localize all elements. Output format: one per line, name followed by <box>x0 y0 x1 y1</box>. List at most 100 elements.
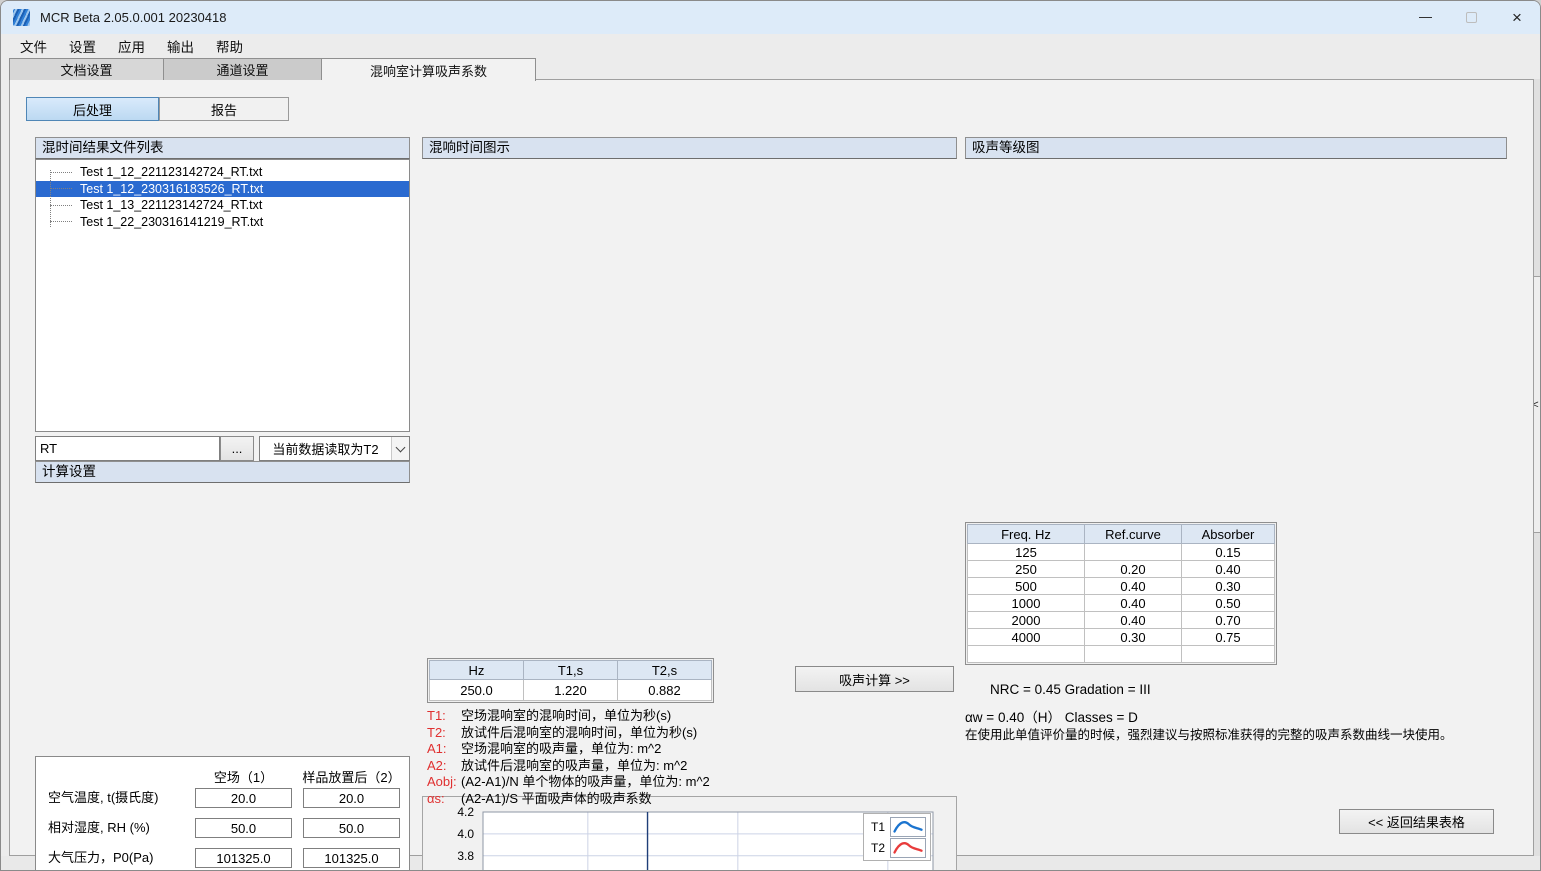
subtab-postprocess[interactable]: 后处理 <box>26 97 159 121</box>
menu-item-application[interactable]: 应用 <box>107 34 156 58</box>
rt-chart-header: 混响时间图示 <box>422 137 957 159</box>
legend-row-t2: T2 <box>868 837 926 858</box>
humidity-label: 相对湿度, RH (%) <box>48 818 150 838</box>
abs-table-row-empty <box>968 646 1275 663</box>
minimize-icon <box>1419 17 1432 18</box>
pressure-field-1[interactable] <box>195 848 292 868</box>
tree-dash-icon <box>50 221 72 222</box>
nrc-text: NRC = 0.45 Gradation = III <box>990 682 1151 697</box>
file-item[interactable]: Test 1_13_221123142724_RT.txt <box>36 197 409 214</box>
browse-button[interactable]: ... <box>220 436 254 461</box>
rt-table-cell-t1: 1.220 <box>524 680 618 701</box>
abs-table-row: 2500.200.40 <box>968 561 1275 578</box>
file-item-label: Test 1_22_230316141219_RT.txt <box>80 215 263 229</box>
abs-table-row: 10000.400.50 <box>968 595 1275 612</box>
note-line-a2: A2:放试件后混响室的吸声量，单位为: m^2 <box>427 758 757 775</box>
note-line-a1: A1:空场混响室的吸声量，单位为: m^2 <box>427 741 757 758</box>
rt-chart-panel[interactable]: 0.20.40.60.81.01.21.41.61.82.02.22.42.62… <box>422 796 957 871</box>
app-logo-icon <box>13 9 30 26</box>
rt-table-header-hz: Hz <box>430 661 524 680</box>
menu-item-settings[interactable]: 设置 <box>58 34 107 58</box>
pressure-label: 大气压力，P0(Pa) <box>48 848 153 868</box>
legend-label-t2: T2 <box>871 841 885 855</box>
file-list-header: 混时间结果文件列表 <box>35 137 410 159</box>
tab-document-settings[interactable]: 文档设置 <box>9 58 164 80</box>
svg-text:4.0: 4.0 <box>457 827 474 841</box>
main-tabstrip: 文档设置 通道设置 混响室计算吸声系数 <box>9 58 536 80</box>
rt-table-header-t2: T2,s <box>618 661 712 680</box>
app-window: MCR Beta 2.05.0.001 20230418 × 文件 设置 应用 … <box>0 0 1541 871</box>
column-header-empty-room: 空场（1） <box>191 767 296 786</box>
menu-item-file[interactable]: 文件 <box>9 34 58 58</box>
file-item-selected[interactable]: Test 1_12_230316183526_RT.txt <box>36 181 409 198</box>
legend-label-t1: T1 <box>871 820 885 834</box>
notes-block: T1:空场混响室的混响时间，单位为秒(s) T2:放试件后混响室的混响时间，单位… <box>427 708 757 807</box>
rt-name-input[interactable] <box>35 436 220 461</box>
tree-dash-icon <box>50 188 72 189</box>
window-title: MCR Beta 2.05.0.001 20230418 <box>40 10 226 25</box>
abs-table-header-absorber: Absorber <box>1182 525 1275 544</box>
menubar: 文件 设置 应用 输出 帮助 <box>1 34 1540 58</box>
pressure-field-2[interactable] <box>303 848 400 868</box>
note-line-aobj: Aobj:(A2-A1)/N 单个物体的吸声量，单位为: m^2 <box>427 774 757 791</box>
file-item-label: Test 1_13_221123142724_RT.txt <box>80 198 262 212</box>
titlebar: MCR Beta 2.05.0.001 20230418 × <box>1 1 1540 34</box>
rt-table-header-t1: T1,s <box>524 661 618 680</box>
file-item-label: Test 1_12_221123142724_RT.txt <box>80 165 262 179</box>
tab-reverb-absorption[interactable]: 混响室计算吸声系数 <box>322 58 536 81</box>
rt-freq-table-wrap: Hz T1,s T2,s 250.0 1.220 0.882 <box>427 658 714 703</box>
chevron-down-icon <box>391 437 409 460</box>
menu-item-help[interactable]: 帮助 <box>205 34 254 58</box>
abs-table-wrap: Freq. Hz Ref.curve Absorber 1250.15 2500… <box>965 522 1277 665</box>
close-button[interactable]: × <box>1494 1 1540 34</box>
svg-text:4.2: 4.2 <box>457 805 474 819</box>
data-read-select[interactable]: 当前数据读取为T2 <box>259 436 410 461</box>
air-temp-field-2[interactable] <box>303 788 400 808</box>
file-item[interactable]: Test 1_12_221123142724_RT.txt <box>36 164 409 181</box>
note-line-t2: T2:放试件后混响室的混响时间，单位为秒(s) <box>427 725 757 742</box>
legend-row-t1: T1 <box>868 816 926 837</box>
file-list[interactable]: Test 1_12_221123142724_RT.txt Test 1_12_… <box>35 159 410 432</box>
minimize-button[interactable] <box>1402 1 1448 34</box>
abs-table-header-ref: Ref.curve <box>1085 525 1182 544</box>
maximize-icon <box>1466 12 1477 23</box>
abs-table-row: 5000.400.30 <box>968 578 1275 595</box>
rt-chart-legend: T1 T2 <box>863 813 931 861</box>
curve-icon-red <box>890 838 926 858</box>
tab-channel-settings[interactable]: 通道设置 <box>164 58 322 80</box>
abs-chart-header: 吸声等级图 <box>965 137 1507 159</box>
note-line-t1: T1:空场混响室的混响时间，单位为秒(s) <box>427 708 757 725</box>
back-to-results-button[interactable]: << 返回结果表格 <box>1339 809 1494 834</box>
rt-table-cell-t2: 0.882 <box>618 680 712 701</box>
rt-freq-table: Hz T1,s T2,s 250.0 1.220 0.882 <box>429 660 712 701</box>
maximize-button[interactable] <box>1448 1 1494 34</box>
curve-icon-blue <box>890 817 926 837</box>
air-temp-field-1[interactable] <box>195 788 292 808</box>
subtab-report[interactable]: 报告 <box>159 97 289 121</box>
tree-dash-icon <box>50 172 72 173</box>
humidity-field-2[interactable] <box>303 818 400 838</box>
calc-settings-panel: 空场（1） 样品放置后（2） 空气温度, t(摄氏度) 相对湿度, RH (%)… <box>35 756 410 871</box>
air-temp-label: 空气温度, t(摄氏度) <box>48 788 159 808</box>
file-item-label: Test 1_12_230316183526_RT.txt <box>80 182 263 196</box>
abs-table-row: 20000.400.70 <box>968 612 1275 629</box>
close-icon: × <box>1512 9 1522 26</box>
file-item[interactable]: Test 1_22_230316141219_RT.txt <box>36 214 409 231</box>
absorption-calc-button[interactable]: 吸声计算 >> <box>795 666 954 692</box>
abs-table-row: 1250.15 <box>968 544 1275 561</box>
tree-line <box>50 170 51 227</box>
calc-settings-header: 计算设置 <box>35 461 410 483</box>
tree-dash-icon <box>50 205 72 206</box>
abs-table-row: 40000.300.75 <box>968 629 1275 646</box>
rt-table-cell-hz: 250.0 <box>430 680 524 701</box>
data-read-select-value: 当前数据读取为T2 <box>260 439 391 458</box>
advisory-text: 在使用此单值评价量的时候，强烈建议与按照标准获得的完整的吸声系数曲线一块使用。 <box>965 724 1505 743</box>
tab-content: 后处理 报告 混时间结果文件列表 Test 1_12_221123142724_… <box>9 79 1534 856</box>
abs-table: Freq. Hz Ref.curve Absorber 1250.15 2500… <box>967 524 1275 663</box>
note-line-as: αs:(A2-A1)/S 平面吸声体的吸声系数 <box>427 791 757 808</box>
humidity-field-1[interactable] <box>195 818 292 838</box>
aw-text: αw = 0.40（H） Classes = D <box>965 706 1138 726</box>
abs-table-header-freq: Freq. Hz <box>968 525 1085 544</box>
menu-item-output[interactable]: 输出 <box>156 34 205 58</box>
column-header-with-sample: 样品放置后（2） <box>289 767 414 786</box>
